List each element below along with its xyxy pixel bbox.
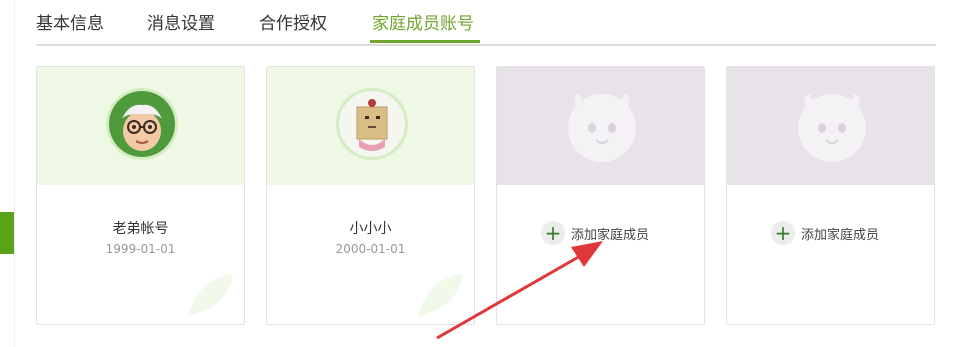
- tab-basic-info[interactable]: 基本信息: [36, 9, 104, 34]
- paper-bag-girl-avatar-icon: [336, 88, 408, 160]
- add-family-member-card[interactable]: + 添加家庭成员: [496, 66, 705, 325]
- plus-icon: +: [541, 221, 565, 245]
- leaf-decoration-icon: [418, 274, 463, 316]
- active-tab-underline: [370, 40, 480, 43]
- member-birthdate: 1999-01-01: [105, 242, 176, 256]
- grandpa-avatar-icon: [106, 88, 178, 160]
- deer-placeholder-avatar-icon: [798, 94, 866, 162]
- member-name: 老弟帐号: [112, 221, 169, 237]
- member-birthdate: 2000-01-01: [335, 242, 406, 256]
- card-header: [37, 67, 244, 185]
- add-family-member-card[interactable]: + 添加家庭成员: [726, 66, 935, 325]
- add-family-member-label: 添加家庭成员: [571, 227, 650, 243]
- family-member-card[interactable]: 老弟帐号 1999-01-01: [36, 66, 245, 325]
- deer-placeholder-avatar-icon: [568, 94, 636, 162]
- sidebar-divider: [14, 0, 15, 347]
- card-header: [497, 67, 704, 185]
- card-header: [267, 67, 474, 185]
- settings-tabs: 基本信息 消息设置 合作授权 家庭成员账号: [36, 0, 936, 46]
- sidebar-active-indicator: [0, 212, 14, 254]
- tab-message-settings[interactable]: 消息设置: [147, 9, 215, 34]
- tab-cooperation-authorization[interactable]: 合作授权: [259, 9, 327, 34]
- add-family-member-label: 添加家庭成员: [801, 227, 880, 243]
- tab-family-members[interactable]: 家庭成员账号: [372, 9, 474, 34]
- card-header: [727, 67, 934, 185]
- member-name: 小小小: [349, 221, 392, 237]
- plus-icon: +: [771, 221, 795, 245]
- add-family-member-button[interactable]: + 添加家庭成员: [541, 220, 649, 246]
- family-member-card[interactable]: 小小小 2000-01-01: [266, 66, 475, 325]
- add-family-member-button[interactable]: + 添加家庭成员: [771, 220, 879, 246]
- leaf-decoration-icon: [188, 274, 233, 316]
